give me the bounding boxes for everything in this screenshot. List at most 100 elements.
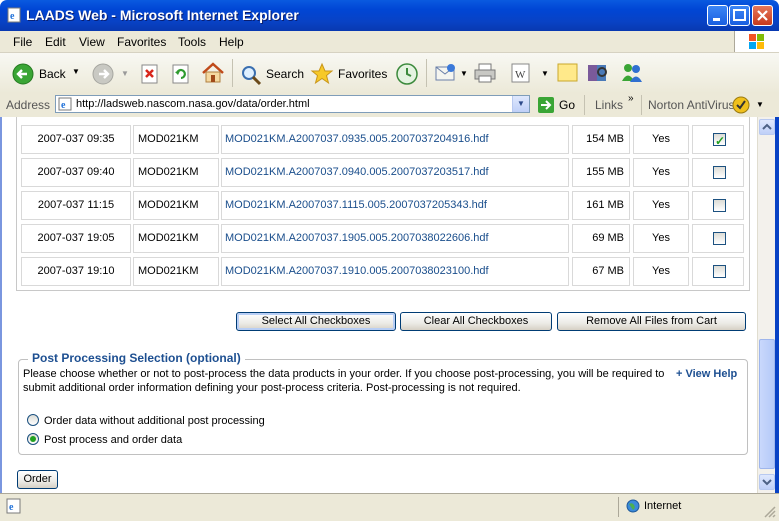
row-date: 2007-037 09:40 xyxy=(21,158,131,187)
row-checkbox-cell xyxy=(692,125,744,154)
back-dropdown-icon[interactable]: ▼ xyxy=(72,67,80,76)
svg-text:W: W xyxy=(515,69,526,81)
row-select-checkbox[interactable] xyxy=(713,199,726,212)
clear-all-checkboxes-button[interactable]: Clear All Checkboxes xyxy=(400,312,552,331)
row-filename-link[interactable]: MOD021KM.A2007037.0940.005.2007037203517… xyxy=(221,158,569,187)
row-filename-link[interactable]: MOD021KM.A2007037.1910.005.2007038023100… xyxy=(221,257,569,286)
ie-page-icon: e xyxy=(7,7,21,23)
menu-help[interactable]: Help xyxy=(219,35,244,49)
windows-logo xyxy=(734,31,779,52)
row-size: 161 MB xyxy=(572,191,630,220)
select-all-checkboxes-button[interactable]: Select All Checkboxes xyxy=(236,312,396,331)
row-size: 67 MB xyxy=(572,257,630,286)
row-size: 155 MB xyxy=(572,158,630,187)
window-frame-right xyxy=(775,117,779,493)
back-button[interactable]: Back ▼ xyxy=(8,57,83,89)
menu-edit[interactable]: Edit xyxy=(45,35,66,49)
discuss-icon[interactable] xyxy=(556,62,580,84)
scroll-down-button[interactable] xyxy=(759,474,775,490)
maximize-icon xyxy=(733,9,746,21)
go-button[interactable]: Go xyxy=(537,95,577,115)
row-availability: Yes xyxy=(633,257,689,286)
norton-shield-icon[interactable] xyxy=(732,96,750,114)
row-availability: Yes xyxy=(633,224,689,253)
post-processing-legend: Post Processing Selection (optional) xyxy=(28,351,245,365)
home-icon[interactable] xyxy=(201,62,225,84)
print-icon[interactable] xyxy=(473,62,497,84)
menu-tools[interactable]: Tools xyxy=(178,35,206,49)
favorites-star-icon xyxy=(310,62,334,85)
row-filename-link[interactable]: MOD021KM.A2007037.1905.005.2007038022606… xyxy=(221,224,569,253)
minimize-button[interactable] xyxy=(707,5,728,26)
mail-icon[interactable] xyxy=(434,63,458,83)
address-url: http://ladsweb.nascom.nasa.gov/data/orde… xyxy=(76,98,310,110)
close-icon xyxy=(757,10,768,21)
radio-post-process[interactable] xyxy=(27,433,39,445)
row-date: 2007-037 11:15 xyxy=(21,191,131,220)
scroll-thumb[interactable] xyxy=(759,339,775,469)
radio-no-post-processing[interactable] xyxy=(27,414,39,426)
vertical-scrollbar[interactable] xyxy=(757,117,776,493)
row-checkbox-cell xyxy=(692,158,744,187)
forward-dropdown-icon[interactable]: ▼ xyxy=(121,69,129,78)
norton-dropdown-icon[interactable]: ▼ xyxy=(756,100,764,109)
order-button[interactable]: Order xyxy=(17,470,58,489)
row-select-checkbox[interactable] xyxy=(713,232,726,245)
row-checkbox-cell xyxy=(692,224,744,253)
view-help-link[interactable]: + View Help xyxy=(676,368,737,380)
status-bar: e Internet xyxy=(0,493,779,521)
row-date: 2007-037 19:05 xyxy=(21,224,131,253)
radio-no-post-processing-label: Order data without additional post proce… xyxy=(44,415,265,427)
links-chevron-icon[interactable]: » xyxy=(628,93,634,104)
toolbar-separator xyxy=(232,59,233,87)
stop-icon[interactable] xyxy=(140,64,160,84)
row-date: 2007-037 19:10 xyxy=(21,257,131,286)
menu-view[interactable]: View xyxy=(79,35,105,49)
svg-text:e: e xyxy=(9,502,14,513)
refresh-icon[interactable] xyxy=(171,64,191,84)
row-select-checkbox[interactable] xyxy=(713,265,726,278)
row-availability: Yes xyxy=(633,125,689,154)
address-label: Address xyxy=(6,98,51,112)
search-magnifier-icon xyxy=(242,66,262,86)
row-filename-link[interactable]: MOD021KM.A2007037.0935.005.2007037204916… xyxy=(221,125,569,154)
internet-globe-icon xyxy=(626,499,640,513)
search-button[interactable]: Search xyxy=(238,57,304,89)
maximize-button[interactable] xyxy=(729,5,750,26)
address-separator xyxy=(584,95,585,115)
edit-dropdown-icon[interactable]: ▼ xyxy=(541,69,549,78)
forward-arrow-icon[interactable] xyxy=(92,63,114,85)
row-select-checkbox[interactable] xyxy=(713,128,726,153)
row-checkbox-cell xyxy=(692,191,744,220)
research-icon[interactable] xyxy=(586,62,610,84)
address-input[interactable]: e http://ladsweb.nascom.nasa.gov/data/or… xyxy=(55,95,530,113)
menu-file[interactable]: File xyxy=(13,35,32,49)
address-dropdown-icon[interactable]: ▼ xyxy=(512,96,529,112)
favorites-button[interactable]: Favorites xyxy=(310,57,390,89)
address-bar: Address e http://ladsweb.nascom.nasa.gov… xyxy=(0,93,779,118)
address-separator xyxy=(641,95,642,115)
row-size: 154 MB xyxy=(572,125,630,154)
history-icon[interactable] xyxy=(395,62,419,86)
page-favicon-icon: e xyxy=(58,97,72,111)
word-edit-icon[interactable]: W xyxy=(510,63,532,83)
row-filename-link[interactable]: MOD021KM.A2007037.1115.005.2007037205343… xyxy=(221,191,569,220)
windows-flag-icon xyxy=(749,34,764,49)
title-bar[interactable]: e LAADS Web - Microsoft Internet Explore… xyxy=(0,0,779,31)
links-button[interactable]: Links xyxy=(595,98,623,112)
scroll-up-button[interactable] xyxy=(759,119,775,135)
row-select-checkbox[interactable] xyxy=(713,166,726,179)
mail-dropdown-icon[interactable]: ▼ xyxy=(460,69,468,78)
menu-favorites[interactable]: Favorites xyxy=(117,35,166,49)
row-date: 2007-037 09:35 xyxy=(21,125,131,154)
row-product: MOD021KM xyxy=(133,191,219,220)
order-table: 2007-037 09:35 MOD021KM MOD021KM.A2007037.… xyxy=(16,117,750,291)
security-zone-label: Internet xyxy=(644,500,682,512)
row-product: MOD021KM xyxy=(133,224,219,253)
row-availability: Yes xyxy=(633,158,689,187)
remove-all-files-button[interactable]: Remove All Files from Cart xyxy=(557,312,746,331)
messenger-icon[interactable] xyxy=(619,61,645,85)
resize-grip-icon[interactable] xyxy=(762,504,776,518)
close-button[interactable] xyxy=(752,5,773,26)
row-product: MOD021KM xyxy=(133,257,219,286)
